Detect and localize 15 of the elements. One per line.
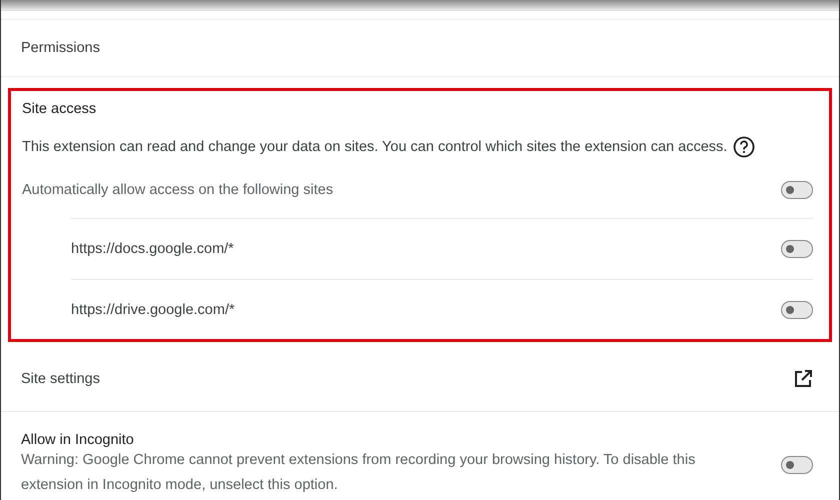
- help-icon[interactable]: [733, 136, 756, 158]
- section-title: Site access: [22, 100, 98, 119]
- site-url: https://drive.google.com/*: [71, 302, 235, 318]
- warning-text: Warning: Google Chrome cannot prevent extensions from recording your browsing history. To disable this extension in Incognito mode, unselect this option.: [21, 451, 696, 495]
- section-title: Permissions: [21, 40, 100, 56]
- toggle-switch[interactable]: [781, 181, 813, 199]
- site-url: https://docs.google.com/*: [71, 241, 234, 257]
- external-link-icon[interactable]: [793, 369, 813, 389]
- toggle-switch[interactable]: [781, 456, 813, 474]
- setting-label: Automatically allow access on the following sites: [22, 182, 334, 198]
- description-text: This extension can read and change your data on sites. You can control which sites the extension can access.: [22, 139, 728, 155]
- setting-title: Allow in Incognito: [21, 432, 135, 448]
- setting-label: Site settings: [21, 371, 100, 387]
- toggle-switch[interactable]: [781, 240, 813, 258]
- toggle-switch[interactable]: [781, 301, 813, 319]
